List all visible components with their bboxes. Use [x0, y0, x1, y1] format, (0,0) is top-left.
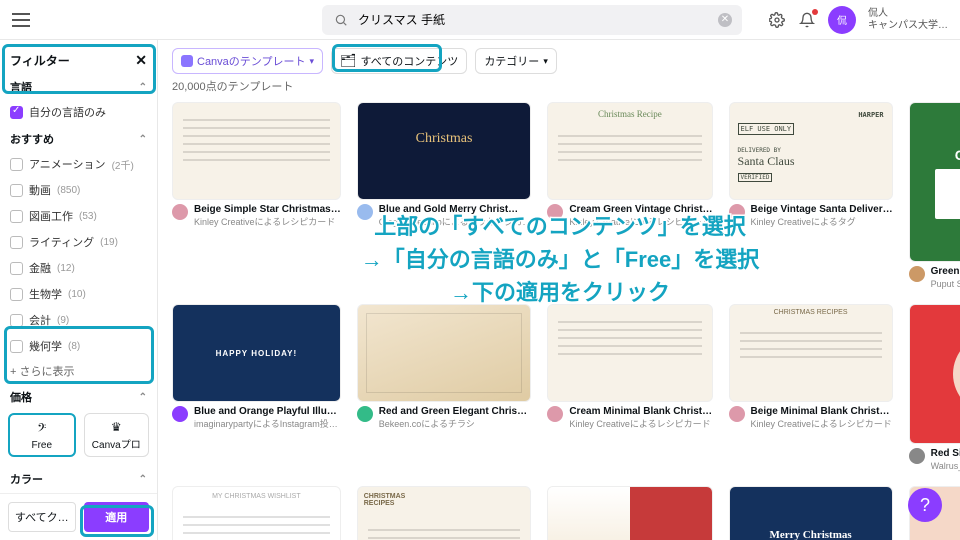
- checkbox-icon: [10, 106, 23, 119]
- chk-video[interactable]: 動画 (850): [8, 177, 149, 203]
- template-card[interactable]: HARPER ELF USE ONLY DELIVERED BY Santa C…: [729, 102, 893, 290]
- canva-icon: [181, 55, 193, 67]
- search-icon: [332, 11, 350, 29]
- template-card[interactable]: Christmas Recipe Cream Green Vintage Chr…: [547, 102, 712, 290]
- chk-animation[interactable]: アニメーション (2千): [8, 151, 149, 177]
- close-icon[interactable]: ✕: [135, 52, 147, 69]
- chk-craft[interactable]: 図画工作 (53): [8, 203, 149, 229]
- result-count: 20,000点のテンプレート: [172, 78, 946, 94]
- chevron-up-icon: ⌃: [139, 134, 147, 145]
- template-card[interactable]: [547, 486, 712, 540]
- chk-writing[interactable]: ライティング (19): [8, 229, 149, 255]
- search-input[interactable]: [358, 13, 710, 27]
- help-fab[interactable]: ?: [908, 488, 942, 522]
- template-card[interactable]: Merry Christmas: [729, 486, 893, 540]
- chevron-up-icon: ⌃: [139, 82, 147, 93]
- section-color[interactable]: カラー⌃: [8, 465, 149, 491]
- top-bar: ✕ 侃 侃人キャンパス大学…: [0, 0, 960, 40]
- chip-category[interactable]: カテゴリー ▾: [475, 48, 557, 74]
- template-card[interactable]: MerryChristmasAngie Bells! Green and Whi…: [909, 102, 960, 290]
- chevron-up-icon: ⌃: [139, 392, 147, 403]
- search-box[interactable]: ✕: [322, 5, 742, 35]
- crown-icon: ♛: [85, 420, 149, 434]
- chip-canva-templates[interactable]: Canvaのテンプレート ▾: [172, 48, 323, 74]
- price-pro[interactable]: ♛ Canvaプロ: [84, 413, 150, 457]
- user-name: 侃人キャンパス大学…: [868, 8, 948, 32]
- chevron-down-icon: ▾: [543, 56, 548, 67]
- price-free[interactable]: 𝄢 Free: [8, 413, 76, 457]
- template-card[interactable]: Red and Green Elegant Chris…Bekeen.coによる…: [357, 304, 532, 472]
- chevron-down-icon: ▾: [309, 56, 314, 67]
- hamburger-icon[interactable]: [12, 13, 30, 27]
- apply-button[interactable]: 適用: [84, 502, 150, 532]
- main-area: Canvaのテンプレート ▾ 🗂 すべてのコンテンツ カテゴリー ▾ 20,00…: [158, 40, 960, 540]
- template-card[interactable]: MY CHRISTMAS WISHLIST: [172, 486, 341, 540]
- template-card[interactable]: HAPPY HOLIDAY! Blue and Orange Playful I…: [172, 304, 341, 472]
- template-grid: Beige Simple Star Christmas…Kinley Creat…: [172, 102, 946, 540]
- template-card[interactable]: CHRISTMAS RECIPES Beige Minimal Blank Ch…: [729, 304, 893, 472]
- free-icon: 𝄢: [10, 421, 74, 438]
- chip-all-content[interactable]: 🗂 すべてのコンテンツ: [331, 48, 467, 74]
- template-card[interactable]: Cream Minimal Blank Christ…Kinley Creati…: [547, 304, 712, 472]
- chk-own-language[interactable]: 自分の言語のみ: [8, 99, 149, 125]
- show-more[interactable]: + さらに表示: [8, 359, 149, 383]
- clear-button[interactable]: すべてク…: [8, 502, 76, 532]
- bell-icon[interactable]: [798, 11, 816, 29]
- clear-search-icon[interactable]: ✕: [718, 13, 732, 27]
- section-recommended[interactable]: おすすめ⌃: [8, 125, 149, 151]
- chk-accounting[interactable]: 会計 (9): [8, 307, 149, 333]
- template-card[interactable]: Beige Simple Star Christmas…Kinley Creat…: [172, 102, 341, 290]
- folder-icon: 🗂: [340, 53, 357, 69]
- filter-header: フィルター ✕: [8, 48, 149, 73]
- template-card[interactable]: CHRISTMAS RECIPES: [357, 486, 532, 540]
- template-card[interactable]: Christmas Blue and Gold Merry Christ…Ole…: [357, 102, 532, 290]
- sidebar: フィルター ✕ 言語⌃ 自分の言語のみ おすすめ⌃ アニメーション (2千) 動…: [0, 40, 158, 540]
- section-language[interactable]: 言語⌃: [8, 73, 149, 99]
- avatar[interactable]: 侃: [828, 6, 856, 34]
- chk-biology[interactable]: 生物学 (10): [8, 281, 149, 307]
- chevron-up-icon: ⌃: [139, 474, 147, 485]
- chk-geometry[interactable]: 幾何学 (8): [8, 333, 149, 359]
- template-card[interactable]: MERRYCHRISTMAS Red Simple Retro Merry Ch…: [909, 304, 960, 472]
- gear-icon[interactable]: [768, 11, 786, 29]
- section-price[interactable]: 価格⌃: [8, 383, 149, 409]
- chk-finance[interactable]: 金融 (12): [8, 255, 149, 281]
